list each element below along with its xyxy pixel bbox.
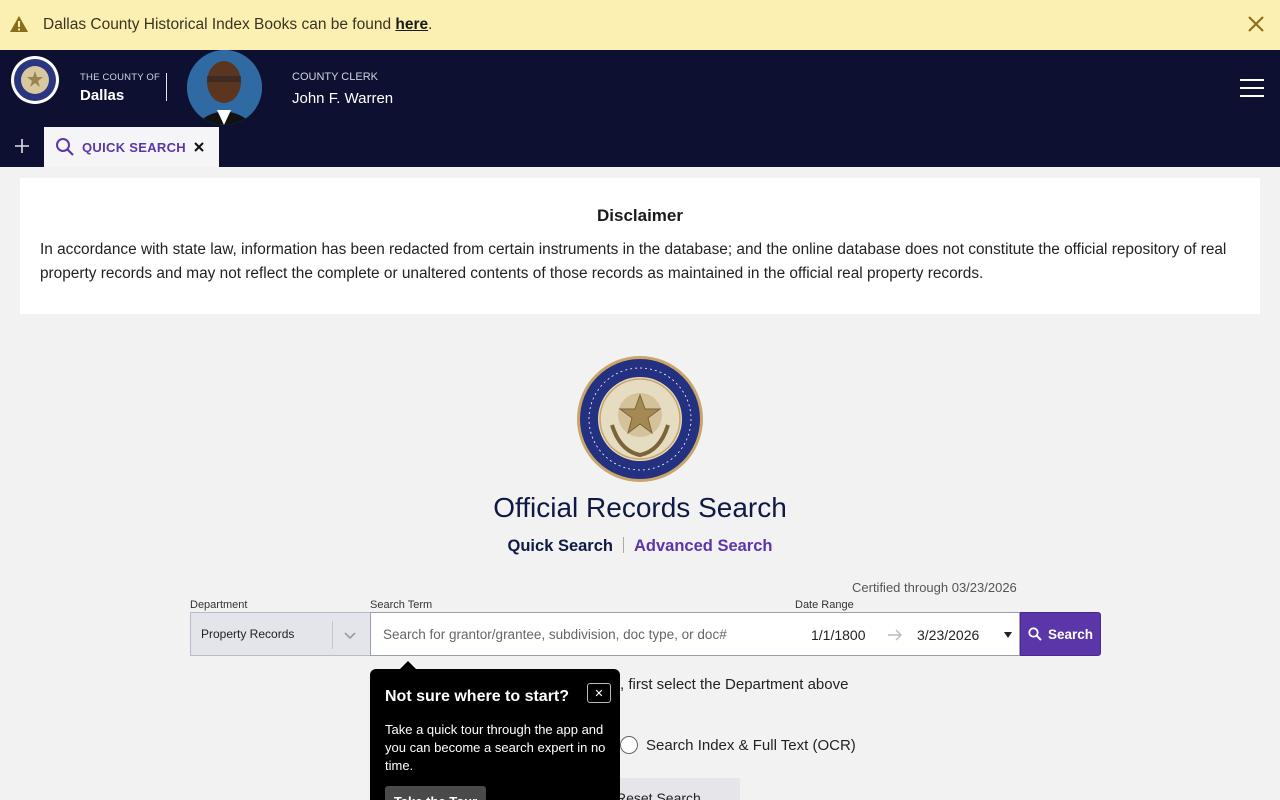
alert-message: Dallas County Historical Index Books can… xyxy=(43,16,433,33)
page-title: Official Records Search xyxy=(493,492,787,523)
warning-icon xyxy=(10,16,28,32)
clerk-name: John F. Warren xyxy=(292,90,394,107)
search-icon xyxy=(56,138,74,156)
search-mode-links: Quick Search Advanced Search xyxy=(0,537,1280,556)
search-icon xyxy=(1028,627,1042,641)
date-from[interactable]: 1/1/1800 xyxy=(811,627,866,643)
search-button-label: Search xyxy=(1047,626,1094,642)
county-name: Dallas xyxy=(80,87,125,104)
chevron-down-icon xyxy=(344,632,356,640)
caret-down-icon[interactable] xyxy=(1004,632,1012,638)
search-term-label: Search Term xyxy=(370,599,433,611)
department-label: Department xyxy=(190,599,248,611)
disclaimer-card: Disclaimer In accordance with state law,… xyxy=(20,178,1260,314)
certified-date: Certified through 03/23/2026 xyxy=(852,580,1017,595)
advanced-search-link[interactable]: Advanced Search xyxy=(634,537,772,555)
close-icon[interactable]: ✕ xyxy=(587,683,611,703)
tab-quick-search[interactable]: QUICK SEARCH xyxy=(44,127,219,167)
close-icon[interactable] xyxy=(1246,14,1266,34)
county-seal-emblem xyxy=(577,356,703,482)
department-select[interactable]: Property Records xyxy=(190,612,370,656)
ocr-radio[interactable] xyxy=(620,736,638,754)
date-to[interactable]: 3/23/2026 xyxy=(917,627,979,643)
department-hint: , first select the Department above xyxy=(620,676,849,693)
reset-search-button[interactable]: Reset Search xyxy=(600,778,740,800)
search-input[interactable] xyxy=(370,612,796,656)
tour-popover: Not sure where to start? ✕ Take a quick … xyxy=(370,661,620,800)
county-seal-logo[interactable] xyxy=(10,55,60,105)
alert-banner: Dallas County Historical Index Books can… xyxy=(0,0,1280,50)
tour-body: Take a quick tour through the app and yo… xyxy=(385,722,606,773)
disclaimer-title: Disclaimer xyxy=(597,206,683,225)
header-divider xyxy=(166,73,167,101)
arrow-right-icon xyxy=(888,629,902,641)
ocr-radio-label[interactable]: Search Index & Full Text (OCR) xyxy=(646,737,856,754)
plus-icon[interactable] xyxy=(14,138,30,154)
date-range-picker[interactable]: 1/1/1800 3/23/2026 xyxy=(795,612,1020,656)
close-icon[interactable] xyxy=(192,140,206,154)
tab-label: QUICK SEARCH xyxy=(82,140,186,155)
county-label: THE COUNTY OF xyxy=(80,72,161,83)
take-tour-button[interactable]: Take the Tour xyxy=(385,786,486,800)
date-range-label: Date Range xyxy=(795,599,854,611)
department-value: Property Records xyxy=(201,627,295,641)
site-header: THE COUNTY OF Dallas COUNTY CLERK John F… xyxy=(0,50,1280,167)
hamburger-menu-icon[interactable] xyxy=(1240,79,1264,99)
clerk-label: COUNTY CLERK xyxy=(292,71,378,83)
clerk-photo xyxy=(187,50,262,125)
quick-search-link[interactable]: Quick Search xyxy=(508,537,613,555)
search-button[interactable]: Search xyxy=(1020,612,1101,656)
tour-title: Not sure where to start? xyxy=(385,688,570,705)
alert-link[interactable]: here xyxy=(395,16,428,33)
disclaimer-text: In accordance with state law, informatio… xyxy=(40,241,1227,282)
